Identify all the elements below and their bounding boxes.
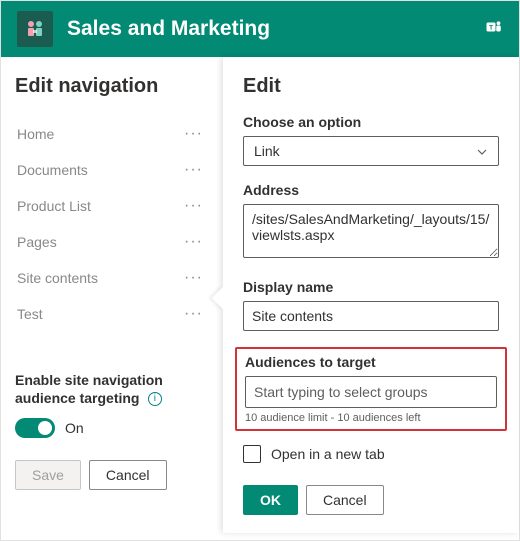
- audiences-hint: 10 audience limit - 10 audiences left: [245, 412, 497, 424]
- audiences-highlight: Audiences to target 10 audience limit - …: [235, 347, 507, 431]
- nav-item-site-contents[interactable]: Site contents ···: [15, 260, 209, 296]
- more-icon[interactable]: ···: [180, 197, 207, 215]
- chevron-down-icon: [476, 145, 488, 157]
- main-content: Edit navigation Home ··· Documents ··· Pro…: [1, 57, 519, 533]
- nav-item-label: Pages: [17, 234, 57, 250]
- edit-panel-title: Edit: [243, 75, 499, 98]
- nav-item-test[interactable]: Test ···: [15, 296, 209, 332]
- edit-link-panel: Edit Choose an option Link Address Displ…: [223, 57, 519, 533]
- audiences-label: Audiences to target: [245, 354, 497, 370]
- info-icon[interactable]: i: [148, 392, 162, 406]
- more-icon[interactable]: ···: [180, 305, 207, 323]
- address-label: Address: [243, 182, 499, 198]
- more-icon[interactable]: ···: [180, 269, 207, 287]
- option-select[interactable]: Link: [243, 136, 499, 166]
- panel-title: Edit navigation: [15, 75, 209, 98]
- audience-targeting-section: Enable site navigation audience targetin…: [15, 372, 209, 438]
- site-title: Sales and Marketing: [67, 17, 477, 41]
- nav-item-label: Product List: [17, 198, 91, 214]
- nav-item-pages[interactable]: Pages ···: [15, 224, 209, 260]
- display-name-input[interactable]: [243, 301, 499, 331]
- site-logo: [17, 11, 53, 47]
- audiences-input[interactable]: [245, 376, 497, 408]
- cancel-button[interactable]: Cancel: [89, 460, 167, 490]
- save-button: Save: [15, 460, 81, 490]
- nav-item-label: Test: [17, 306, 43, 322]
- option-label: Choose an option: [243, 114, 499, 130]
- more-icon[interactable]: ···: [180, 161, 207, 179]
- toggle-state-label: On: [65, 420, 84, 436]
- nav-item-home[interactable]: Home ···: [15, 116, 209, 152]
- nav-item-documents[interactable]: Documents ···: [15, 152, 209, 188]
- more-icon[interactable]: ···: [180, 233, 207, 251]
- display-name-field: Display name: [243, 279, 499, 331]
- nav-item-product-list[interactable]: Product List ···: [15, 188, 209, 224]
- targeting-toggle[interactable]: [15, 418, 55, 438]
- left-button-row: Save Cancel: [15, 460, 209, 490]
- site-header: Sales and Marketing T: [1, 1, 519, 57]
- right-button-row: OK Cancel: [243, 485, 499, 515]
- cancel-button[interactable]: Cancel: [306, 485, 384, 515]
- ok-button[interactable]: OK: [243, 485, 298, 515]
- newtab-label: Open in a new tab: [271, 446, 385, 462]
- edit-navigation-panel: Edit navigation Home ··· Documents ··· Pro…: [1, 57, 223, 533]
- option-value: Link: [254, 143, 280, 159]
- teams-icon[interactable]: T: [485, 18, 503, 41]
- newtab-checkbox[interactable]: [243, 445, 261, 463]
- nav-item-label: Home: [17, 126, 54, 142]
- address-field: Address: [243, 182, 499, 263]
- targeting-label: Enable site navigation audience targetin…: [15, 372, 163, 406]
- toggle-row: On: [15, 418, 209, 438]
- more-icon[interactable]: ···: [180, 125, 207, 143]
- newtab-row: Open in a new tab: [243, 445, 499, 463]
- display-name-label: Display name: [243, 279, 499, 295]
- option-field: Choose an option Link: [243, 114, 499, 166]
- nav-list: Home ··· Documents ··· Product List ··· Pag…: [15, 116, 209, 332]
- nav-item-label: Site contents: [17, 270, 98, 286]
- address-input[interactable]: [243, 204, 499, 258]
- nav-item-label: Documents: [17, 162, 88, 178]
